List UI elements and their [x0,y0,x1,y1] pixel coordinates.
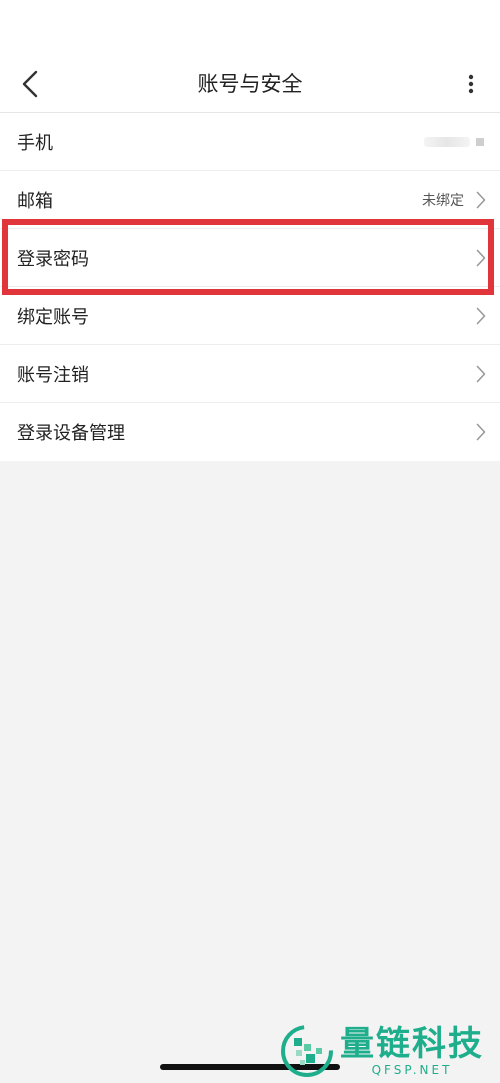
item-label: 绑定账号 [17,306,89,328]
chevron-right-icon [474,249,488,267]
more-vertical-icon [468,74,474,94]
list-item-linked-accounts[interactable]: 绑定账号 [0,287,500,345]
email-status: 未绑定 [422,192,464,209]
list-item-delete-account[interactable]: 账号注销 [0,345,500,403]
blurred-phone-number [424,136,470,147]
list-item-login-password[interactable]: 登录密码 [0,229,500,287]
chevron-right-icon [474,423,488,441]
item-label: 邮箱 [17,190,53,212]
chevron-right-icon [474,365,488,383]
watermark: 量链科技 QFSP.NET [280,1022,498,1080]
watermark-logo-icon [281,1025,333,1077]
phone-value-masked [424,136,484,147]
list-item-device-management[interactable]: 登录设备管理 [0,403,500,461]
watermark-subtitle: QFSP.NET [371,1063,453,1077]
watermark-title: 量链科技 [340,1024,484,1064]
chevron-right-icon [474,307,488,325]
list-item-phone[interactable]: 手机 [0,113,500,171]
item-label: 手机 [17,132,53,154]
blurred-phone-mark [476,137,484,146]
more-options-button[interactable] [456,66,486,102]
watermark-text: 量链科技 QFSP.NET [340,1025,484,1077]
status-bar [0,0,500,56]
item-label: 登录设备管理 [17,423,125,444]
page-title: 账号与安全 [197,72,303,96]
item-label: 登录密码 [17,248,89,270]
item-label: 账号注销 [17,364,89,386]
list-item-email[interactable]: 邮箱 未绑定 [0,171,500,229]
settings-list: 手机 邮箱 未绑定 登录密码 绑定账号 账号注销 登录设备管理 [0,113,500,461]
navigation-bar: 账号与安全 [0,56,500,113]
chevron-right-icon [474,191,488,209]
